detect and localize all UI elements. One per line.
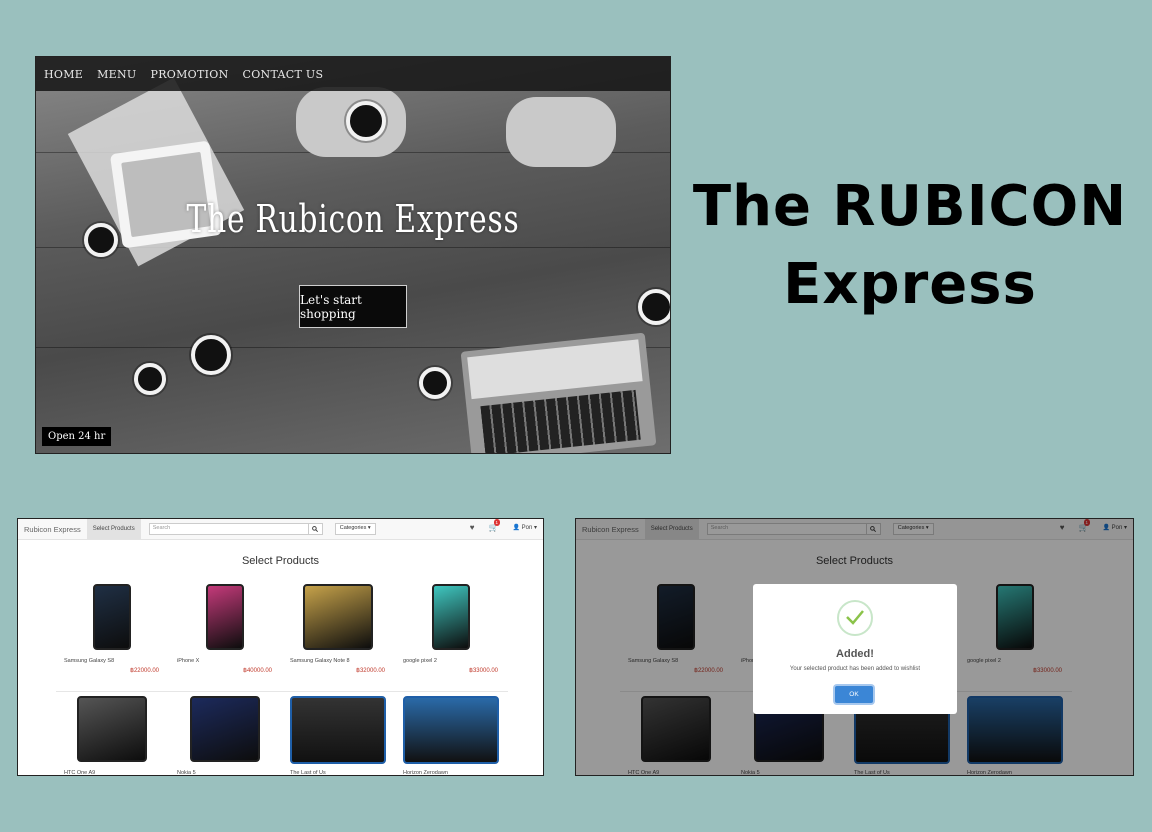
- product-image[interactable]: [76, 696, 147, 762]
- categories-dropdown[interactable]: Categories ▾: [334, 523, 376, 535]
- product-card[interactable]: Horizon Zerodawn: [395, 693, 506, 776]
- user-menu[interactable]: 👤 Pon ▾: [513, 524, 538, 531]
- product-price: ฿33000.00: [469, 668, 498, 674]
- product-name: Samsung Galaxy S8: [64, 658, 115, 664]
- product-image[interactable]: [189, 696, 260, 762]
- hero-title: The Rubicon Express: [186, 197, 520, 241]
- nav-promotion[interactable]: PROMOTION: [151, 68, 229, 81]
- row-divider: [56, 691, 508, 692]
- coffee-cup-image: [419, 367, 451, 399]
- product-image[interactable]: [402, 696, 499, 764]
- nav-contact-us[interactable]: CONTACT US: [243, 68, 324, 81]
- success-check-icon: [837, 600, 873, 636]
- product-image[interactable]: [205, 584, 244, 650]
- nav-home[interactable]: HOME: [44, 68, 83, 81]
- cart-icon[interactable]: 🛒 1: [489, 519, 501, 532]
- product-card[interactable]: iPhone X ฿40000.00: [169, 581, 280, 679]
- coffee-cup-image: [346, 101, 386, 141]
- product-price: ฿22000.00: [130, 668, 159, 674]
- product-card[interactable]: Samsung Galaxy Note 8 ฿32000.00: [282, 581, 393, 679]
- heart-icon[interactable]: ♥: [470, 523, 475, 532]
- product-card[interactable]: Samsung Galaxy S8 ฿22000.00: [56, 581, 167, 679]
- hero-screenshot: HOME MENU PROMOTION CONTACT US The Rubic…: [35, 56, 671, 454]
- hand-image: [506, 97, 616, 167]
- ok-button[interactable]: OK: [835, 686, 873, 703]
- product-image[interactable]: [92, 584, 131, 650]
- product-image[interactable]: [289, 696, 386, 764]
- added-modal: Added! Your selected product has been ad…: [753, 584, 957, 714]
- coffee-cup-image: [134, 363, 166, 395]
- product-card[interactable]: The Last of Us: [282, 693, 393, 776]
- search-icon: [312, 526, 319, 532]
- product-image[interactable]: [302, 584, 373, 650]
- page-title: Select Products: [241, 555, 320, 567]
- shop-brand[interactable]: Rubicon Express: [18, 525, 87, 534]
- product-name: Horizon Zerodawn: [403, 770, 448, 776]
- product-price: ฿32000.00: [356, 668, 385, 674]
- shop-screenshot-products: Rubicon Express Select Products Search C…: [17, 518, 544, 776]
- shop-navbar: Rubicon Express Select Products Search C…: [18, 519, 543, 540]
- search-button[interactable]: [308, 523, 323, 535]
- laptop-image: [460, 332, 657, 453]
- user-name: Pon ▾: [521, 525, 537, 531]
- product-name: HTC One A9: [64, 770, 96, 776]
- shop-screenshot-wishlist-modal: Rubicon Express Select Products Search C…: [575, 518, 1134, 776]
- slide-title: The RUBICON Express: [692, 174, 1128, 317]
- product-name: Samsung Galaxy Note 8: [290, 658, 350, 664]
- open-hours-badge: Open 24 hr: [42, 427, 112, 446]
- product-image[interactable]: [431, 584, 470, 650]
- search-input[interactable]: Search: [148, 523, 309, 535]
- tab-select-products[interactable]: Select Products: [86, 519, 141, 539]
- hero-navbar: HOME MENU PROMOTION CONTACT US: [36, 57, 670, 91]
- product-price: ฿40000.00: [243, 668, 272, 674]
- nav-menu[interactable]: MENU: [97, 68, 136, 81]
- coffee-cup-image: [638, 289, 670, 325]
- product-name: The Last of Us: [290, 770, 326, 776]
- product-card[interactable]: google pixel 2 ฿33000.00: [395, 581, 506, 679]
- product-name: google pixel 2: [403, 658, 437, 664]
- product-name: iPhone X: [177, 658, 200, 664]
- modal-message: Your selected product has been added to …: [789, 666, 921, 672]
- product-card[interactable]: Nokia 5: [169, 693, 280, 776]
- coffee-cup-image: [191, 335, 231, 375]
- product-name: Nokia 5: [177, 770, 196, 776]
- cart-count-badge: 1: [493, 519, 501, 526]
- start-shopping-button[interactable]: Let's start shopping: [299, 285, 407, 328]
- modal-title: Added!: [836, 648, 874, 660]
- product-card[interactable]: HTC One A9: [56, 693, 167, 776]
